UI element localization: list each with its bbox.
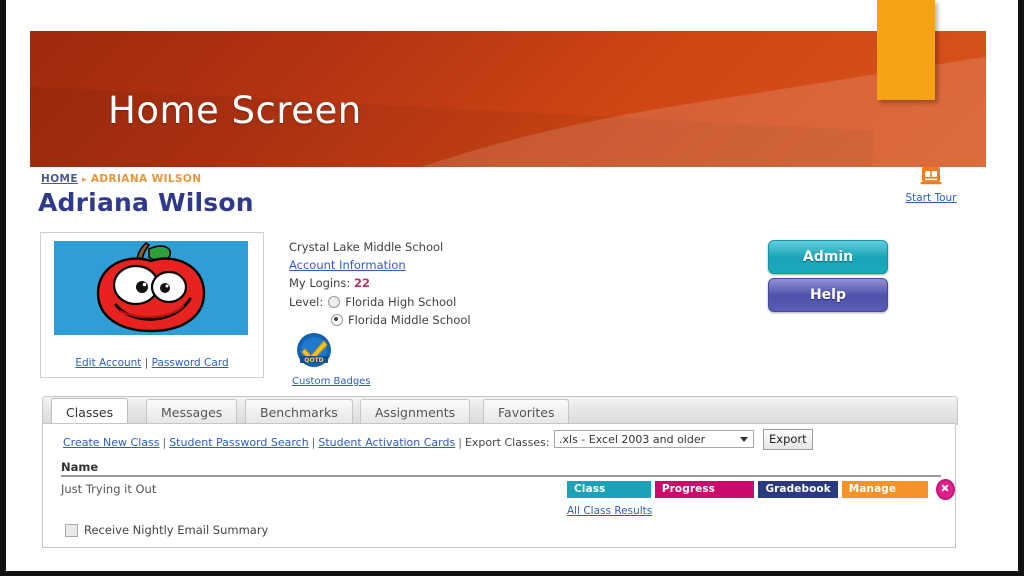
pipe: |	[311, 436, 316, 449]
logins-row: My Logins: 22	[289, 274, 471, 292]
slide-canvas: Home Screen HOME ▸ ADRIANA WILSON Adriana …	[0, 0, 1024, 576]
letterbox-bottom	[0, 571, 1024, 576]
tab-favorites[interactable]: Favorites	[483, 399, 570, 426]
all-class-results: All Class Results	[567, 505, 652, 517]
letterbox-left	[0, 0, 6, 576]
classes-panel: Classes Messages Benchmarks Assignments …	[42, 396, 958, 548]
all-class-results-link[interactable]: All Class Results	[567, 505, 652, 517]
nightly-email-row[interactable]: Receive Nightly Email Summary	[65, 523, 268, 537]
letterbox-right	[1018, 0, 1024, 576]
school-name: Crystal Lake Middle School	[289, 240, 444, 254]
level-option-label: Florida Middle School	[348, 313, 471, 327]
bus-icon	[920, 167, 942, 185]
column-header-rule	[61, 475, 941, 477]
account-information-link[interactable]: Account Information	[289, 258, 406, 272]
export-format-value: .xls - Excel 2003 and older	[559, 433, 706, 446]
help-button[interactable]: Help	[768, 278, 888, 312]
panel-body: Create New Class | Student Password Search…	[42, 423, 956, 548]
level-option-middle[interactable]: Florida Middle School	[331, 311, 471, 329]
tab-benchmarks[interactable]: Benchmarks	[245, 399, 353, 426]
account-info: Crystal Lake Middle School Account Infor…	[289, 238, 471, 329]
progress-report-button[interactable]: Progress Report	[654, 481, 755, 512]
level-option-high[interactable]: Level: Florida High School	[289, 293, 471, 311]
admin-button[interactable]: Admin	[768, 240, 888, 274]
breadcrumb-current: ADRIANA WILSON	[90, 173, 202, 185]
delete-circle-icon[interactable]	[936, 479, 955, 500]
manage-class-button[interactable]: Manage Class	[841, 481, 929, 512]
apple-avatar-icon	[54, 241, 248, 335]
page-title: Adriana Wilson	[38, 188, 254, 217]
avatar-card: Edit Account | Password Card	[40, 232, 264, 378]
chevron-down-icon	[740, 437, 748, 442]
column-header-name: Name	[61, 460, 99, 474]
export-classes-label: Export Classes:	[464, 436, 550, 449]
link-divider: |	[144, 357, 149, 369]
level-label: Level:	[289, 295, 324, 309]
pipe: |	[458, 436, 462, 449]
breadcrumb-home-link[interactable]: HOME	[41, 173, 78, 185]
table-row: Just Trying it Out	[61, 482, 157, 496]
custom-badges-link[interactable]: Custom Badges	[292, 376, 371, 387]
receive-nightly-email-checkbox[interactable]	[65, 523, 78, 537]
export-format-select[interactable]: .xls - Excel 2003 and older	[554, 430, 754, 448]
student-activation-cards-link[interactable]: Student Activation Cards	[318, 436, 455, 449]
logins-label: My Logins:	[289, 276, 351, 290]
svg-text:QOTD: QOTD	[304, 357, 323, 364]
start-tour[interactable]: Start Tour	[900, 167, 962, 205]
start-tour-link[interactable]: Start Tour	[905, 192, 956, 204]
password-card-link[interactable]: Password Card	[152, 357, 229, 369]
student-password-search-link[interactable]: Student Password Search	[169, 436, 308, 449]
slide-header-banner: Home Screen	[30, 31, 986, 167]
row-actions: Class Results Progress Report Gradebook …	[567, 479, 955, 512]
radio-florida-middle-school[interactable]	[331, 314, 343, 326]
class-results-button[interactable]: Class Results	[567, 481, 651, 512]
receive-nightly-email-label: Receive Nightly Email Summary	[84, 523, 269, 537]
tab-assignments[interactable]: Assignments	[360, 399, 471, 426]
breadcrumb-separator-icon: ▸	[81, 175, 87, 185]
create-new-class-link[interactable]: Create New Class	[63, 436, 159, 449]
custom-badges-block: QOTD Custom Badges	[292, 332, 371, 387]
level-option-label: Florida High School	[345, 295, 457, 309]
avatar	[54, 241, 248, 335]
classes-toolbar: Create New Class | Student Password Search…	[63, 436, 550, 449]
qotd-badge-icon: QOTD	[297, 333, 331, 367]
tab-strip: Classes Messages Benchmarks Assignments …	[42, 396, 958, 427]
slide-title: Home Screen	[108, 89, 362, 132]
tab-messages[interactable]: Messages	[146, 399, 238, 426]
export-button[interactable]: Export	[763, 429, 813, 450]
avatar-links: Edit Account | Password Card	[41, 357, 263, 369]
edit-account-link[interactable]: Edit Account	[75, 357, 141, 369]
gradebook-button[interactable]: Gradebook	[758, 481, 838, 498]
pipe: |	[162, 436, 167, 449]
level-group: Level: Florida High School Florida Middl…	[289, 293, 471, 329]
breadcrumb: HOME ▸ ADRIANA WILSON	[41, 173, 201, 185]
radio-florida-high-school[interactable]	[328, 296, 341, 308]
logins-count: 22	[353, 276, 370, 290]
orange-accent-bar	[877, 0, 935, 100]
custom-badges-label: Custom Badges	[292, 376, 371, 387]
